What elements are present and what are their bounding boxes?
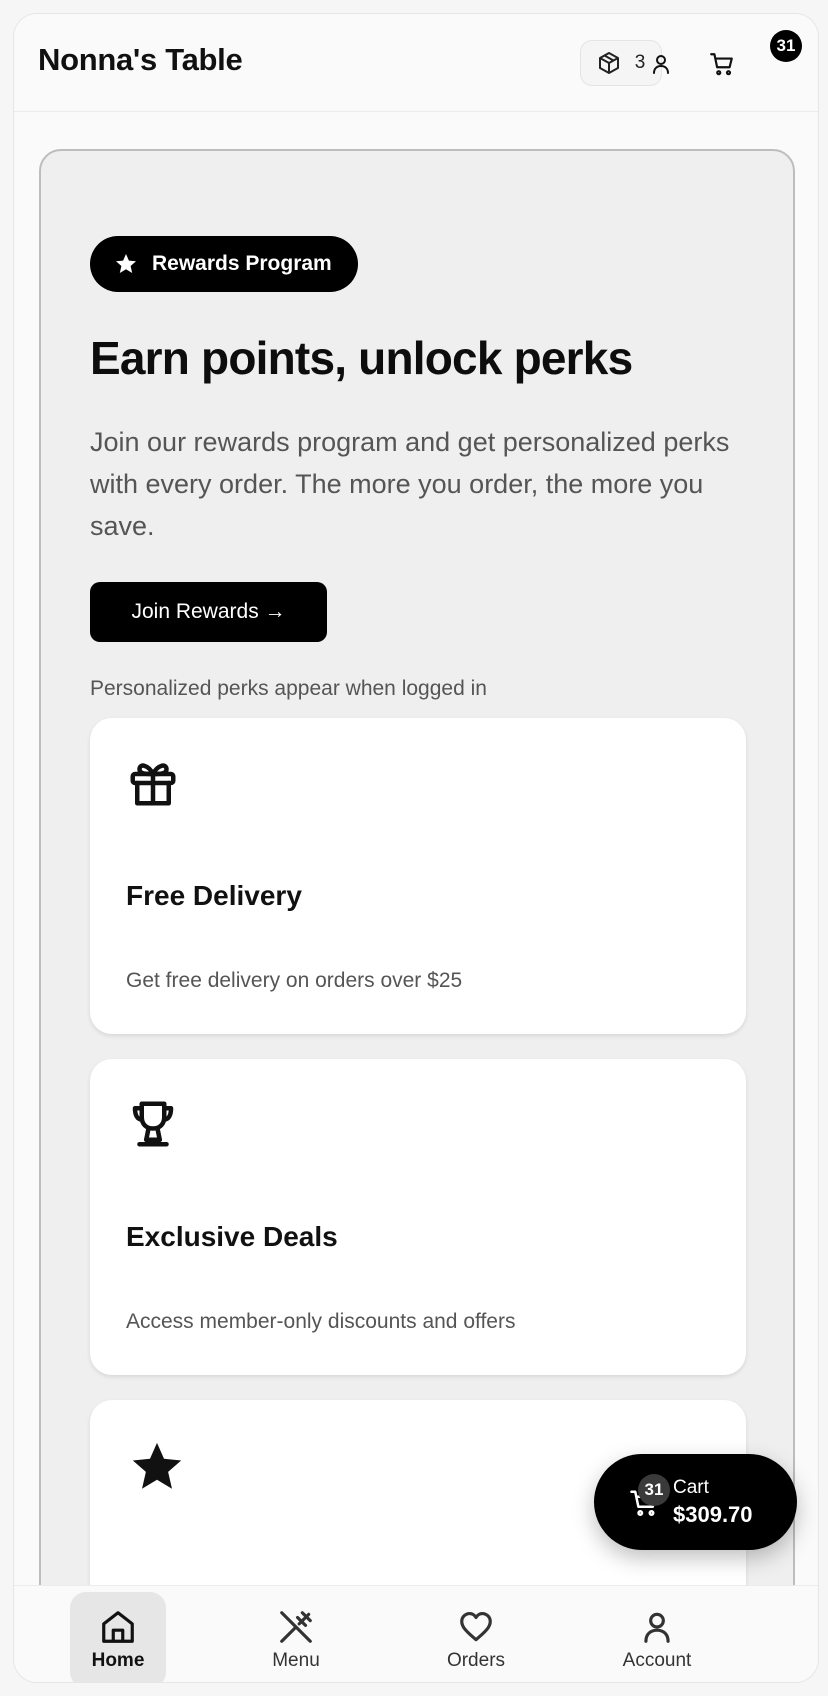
home-icon (102, 1611, 134, 1643)
perk-title: Free Delivery (126, 880, 302, 911)
nav-account[interactable]: Account (609, 1592, 705, 1682)
user-icon (653, 55, 669, 74)
cart-count-badge: 31 (770, 30, 802, 62)
nav-orders[interactable]: Orders (428, 1592, 524, 1682)
top-header: Nonna's Table 3 31 (14, 14, 818, 112)
join-rewards-button[interactable]: Join Rewards → (90, 582, 327, 642)
hero-title: Earn points, unlock perks (90, 332, 633, 384)
utensils-icon (280, 1611, 312, 1643)
nav-home[interactable]: Home (70, 1592, 166, 1682)
logged-in-note: Personalized perks appear when logged in (90, 677, 487, 700)
nav-label: Orders (446, 1650, 506, 1671)
hero-description: Join our rewards program and get persona… (90, 427, 730, 541)
floating-cart-total: $309.70 (673, 1502, 753, 1527)
perk-card-free-delivery: Free Delivery Get free delivery on order… (90, 718, 746, 1034)
rewards-hero: Rewards Program Earn points, unlock perk… (39, 149, 795, 1682)
rewards-badge-label: Rewards Program (152, 252, 332, 275)
nav-label: Account (622, 1650, 692, 1671)
star-icon (132, 1442, 182, 1489)
gift-icon (130, 763, 176, 806)
heart-icon (460, 1611, 492, 1642)
nav-label: Menu (272, 1650, 320, 1671)
perk-title: Exclusive Deals (126, 1221, 338, 1252)
nav-menu[interactable]: Menu (248, 1592, 344, 1682)
brand-title[interactable]: Nonna's Table (38, 42, 243, 78)
rewards-badge: Rewards Program (90, 236, 358, 292)
trophy-icon (132, 1101, 174, 1147)
account-button[interactable] (641, 44, 681, 84)
account-icon (644, 1612, 670, 1643)
perk-card-exclusive-deals: Exclusive Deals Access member-only disco… (90, 1059, 746, 1375)
perk-description: Access member-only discounts and offers (126, 1310, 516, 1333)
floating-cart-button[interactable]: 31 Cart $309.70 (594, 1454, 797, 1550)
bottom-nav: Home Menu Orders Account (14, 1585, 818, 1682)
perk-description: Get free delivery on orders over $25 (126, 969, 463, 992)
cart-icon (710, 53, 733, 76)
floating-cart-count: 31 (638, 1474, 670, 1506)
package-icon (598, 52, 619, 74)
star-icon (116, 254, 136, 273)
cart-button[interactable] (702, 44, 742, 84)
app-frame: Nonna's Table 3 31 Rewards Program Earn … (13, 13, 819, 1683)
nav-label: Home (91, 1650, 145, 1671)
floating-cart-label: Cart (673, 1477, 709, 1498)
